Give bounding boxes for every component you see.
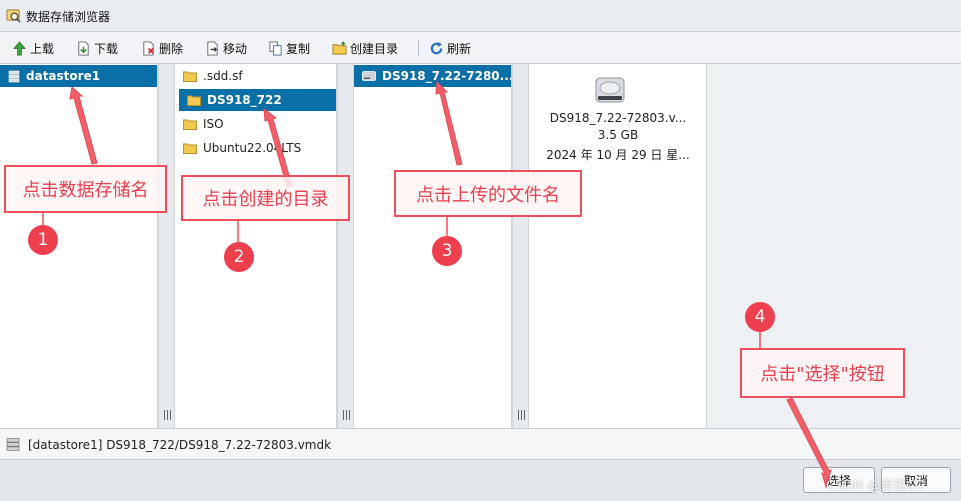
grip-icon: [517, 410, 526, 420]
folder-icon: [187, 95, 201, 106]
window-title: 数据存储浏览器: [26, 10, 111, 24]
step-badge-1: 1: [28, 225, 58, 255]
folder-pane: .sdd.sf DS918_722 ISO Ubuntu22.04LTS: [175, 64, 337, 428]
folder-pane-splitter[interactable]: [337, 64, 354, 428]
grip-icon: [163, 410, 172, 420]
file-label: DS918_7.22-7280...: [382, 69, 512, 83]
annotation-step-1: 点击数据存储名: [4, 165, 167, 213]
datastore-pane: datastore1: [0, 64, 158, 428]
datastore-label: datastore1: [26, 69, 101, 83]
status-bar: [datastore1] DS918_722/DS918_7.22-72803.…: [0, 428, 961, 460]
download-button[interactable]: 下载: [76, 40, 118, 56]
delete-file-icon: [143, 40, 154, 56]
create-folder-label: 创建目录: [350, 41, 399, 56]
annotation-step-2-text: 点击创建的目录: [202, 189, 329, 210]
datastore-pane-splitter[interactable]: [158, 64, 175, 428]
download-label: 下载: [94, 41, 119, 56]
datastore-browser-icon: [6, 9, 21, 23]
upload-arrow-icon: [13, 40, 26, 55]
download-file-icon: [78, 40, 89, 56]
annotation-step-3: 点击上传的文件名: [394, 170, 582, 217]
file-detail-date: 2024 年 10 月 29 日 星...: [546, 148, 690, 162]
refresh-button[interactable]: 刷新: [429, 40, 471, 56]
refresh-label: 刷新: [447, 41, 472, 56]
file-pane-splitter[interactable]: [512, 64, 529, 428]
toolbar: 上载 下载 删除 移动 复制 创建目录 刷新: [0, 32, 961, 64]
virtual-disk-icon: [595, 77, 625, 103]
copy-label: 复制: [286, 41, 311, 56]
step-badge-4: 4: [745, 302, 775, 332]
datastore-icon: [8, 70, 20, 82]
delete-button[interactable]: 删除: [141, 40, 183, 56]
upload-label: 上载: [30, 41, 55, 56]
folder-item[interactable]: Ubuntu22.04LTS: [175, 137, 336, 159]
folder-icon: [183, 71, 197, 82]
copy-file-icon: [269, 40, 282, 56]
file-detail-name: DS918_7.22-72803.v...: [549, 111, 687, 125]
copy-button[interactable]: 复制: [268, 40, 310, 56]
create-folder-button[interactable]: 创建目录: [332, 40, 398, 56]
folder-item[interactable]: ISO: [175, 113, 336, 135]
move-label: 移动: [223, 41, 248, 56]
folder-icon: [183, 143, 197, 154]
folder-label: ISO: [203, 117, 224, 131]
file-item-selected[interactable]: DS918_7.22-7280...: [354, 65, 511, 87]
grip-icon: [342, 410, 351, 420]
annotation-step-4: 点击"选择"按钮: [740, 348, 905, 398]
annotation-step-4-text: 点击"选择"按钮: [760, 364, 885, 385]
folder-label: .sdd.sf: [203, 69, 243, 83]
step-badge-2: 2: [224, 242, 254, 272]
upload-button[interactable]: 上载: [12, 40, 54, 56]
new-folder-icon: [332, 40, 347, 55]
move-file-icon: [207, 40, 218, 56]
file-detail-pane: DS918_7.22-72803.v... 3.5 GB 2024 年 10 月…: [529, 64, 707, 428]
folder-item[interactable]: .sdd.sf: [175, 65, 336, 87]
file-detail-size: 3.5 GB: [597, 128, 639, 142]
step-badge-3: 3: [432, 236, 462, 266]
datastore-item[interactable]: datastore1: [0, 65, 157, 87]
folder-item-selected[interactable]: DS918_722: [179, 89, 336, 111]
folder-label: Ubuntu22.04LTS: [203, 141, 302, 155]
refresh-icon: [430, 41, 443, 54]
folder-label: DS918_722: [207, 93, 282, 107]
annotation-step-1-text: 点击数据存储名: [22, 180, 149, 201]
disk-icon: [362, 71, 376, 81]
selected-path: [datastore1] DS918_722/DS918_7.22-72803.…: [28, 438, 332, 452]
window-titlebar: 数据存储浏览器: [0, 0, 961, 32]
folder-icon: [183, 119, 197, 130]
annotation-step-2: 点击创建的目录: [181, 175, 350, 221]
delete-label: 删除: [159, 41, 184, 56]
watermark: CSDN @青锐CC: [826, 479, 925, 494]
move-button[interactable]: 移动: [205, 40, 247, 56]
annotation-step-3-text: 点击上传的文件名: [416, 184, 560, 206]
toolbar-separator: [418, 40, 419, 56]
datastore-icon: [6, 438, 20, 451]
